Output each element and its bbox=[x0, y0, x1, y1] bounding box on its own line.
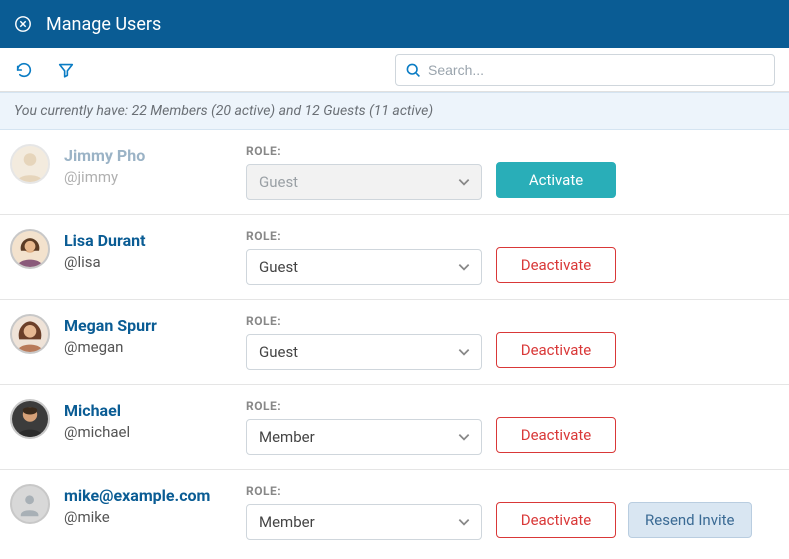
chevron-down-icon bbox=[457, 175, 471, 189]
role-value: Guest bbox=[259, 258, 298, 276]
chevron-down-icon bbox=[457, 430, 471, 444]
page-title: Manage Users bbox=[46, 14, 161, 35]
role-select[interactable]: Member bbox=[246, 419, 482, 455]
refresh-icon[interactable] bbox=[14, 60, 34, 80]
user-name[interactable]: Michael bbox=[64, 401, 232, 422]
user-handle: @lisa bbox=[64, 252, 232, 273]
role-select[interactable]: Guest bbox=[246, 334, 482, 370]
header-bar: Manage Users bbox=[0, 0, 789, 48]
resend-invite-button[interactable]: Resend Invite bbox=[628, 502, 752, 538]
avatar bbox=[10, 484, 50, 524]
role-value: Member bbox=[259, 513, 315, 531]
avatar bbox=[10, 229, 50, 269]
avatar bbox=[10, 314, 50, 354]
role-label: ROLE: bbox=[246, 229, 482, 243]
user-name[interactable]: Jimmy Pho bbox=[64, 146, 232, 167]
user-row: Michael @michael ROLE: Member Deactivate bbox=[0, 385, 789, 470]
user-handle: @jimmy bbox=[64, 167, 232, 188]
user-name[interactable]: Megan Spurr bbox=[64, 316, 232, 337]
user-name[interactable]: mike@example.com bbox=[64, 486, 232, 507]
user-handle: @michael bbox=[64, 422, 232, 443]
role-label: ROLE: bbox=[246, 144, 482, 158]
role-label: ROLE: bbox=[246, 399, 482, 413]
summary-bar: You currently have: 22 Members (20 activ… bbox=[0, 92, 789, 130]
close-icon[interactable] bbox=[14, 15, 32, 33]
chevron-down-icon bbox=[457, 515, 471, 529]
user-list: Jimmy Pho @jimmy ROLE: Guest Activate bbox=[0, 130, 789, 554]
filter-icon[interactable] bbox=[56, 60, 76, 80]
role-select[interactable]: Member bbox=[246, 504, 482, 540]
deactivate-button[interactable]: Deactivate bbox=[496, 502, 616, 538]
role-select: Guest bbox=[246, 164, 482, 200]
search-icon bbox=[405, 62, 421, 78]
user-row: Jimmy Pho @jimmy ROLE: Guest Activate bbox=[0, 130, 789, 215]
user-row: mike@example.com @mike ROLE: Member Deac… bbox=[0, 470, 789, 554]
user-row: Lisa Durant @lisa ROLE: Guest Deactivate bbox=[0, 215, 789, 300]
activate-button[interactable]: Activate bbox=[496, 162, 616, 198]
avatar bbox=[10, 399, 50, 439]
chevron-down-icon bbox=[457, 260, 471, 274]
user-handle: @mike bbox=[64, 507, 232, 528]
role-value: Member bbox=[259, 428, 315, 446]
user-row: Megan Spurr @megan ROLE: Guest Deactivat… bbox=[0, 300, 789, 385]
avatar bbox=[10, 144, 50, 184]
chevron-down-icon bbox=[457, 345, 471, 359]
toolbar bbox=[0, 48, 789, 92]
role-value: Guest bbox=[259, 343, 298, 361]
role-label: ROLE: bbox=[246, 484, 482, 498]
search-field bbox=[395, 54, 775, 86]
user-name[interactable]: Lisa Durant bbox=[64, 231, 232, 252]
role-value: Guest bbox=[259, 173, 298, 191]
role-select[interactable]: Guest bbox=[246, 249, 482, 285]
user-handle: @megan bbox=[64, 337, 232, 358]
deactivate-button[interactable]: Deactivate bbox=[496, 332, 616, 368]
role-label: ROLE: bbox=[246, 314, 482, 328]
deactivate-button[interactable]: Deactivate bbox=[496, 247, 616, 283]
search-input[interactable] bbox=[395, 54, 775, 86]
deactivate-button[interactable]: Deactivate bbox=[496, 417, 616, 453]
